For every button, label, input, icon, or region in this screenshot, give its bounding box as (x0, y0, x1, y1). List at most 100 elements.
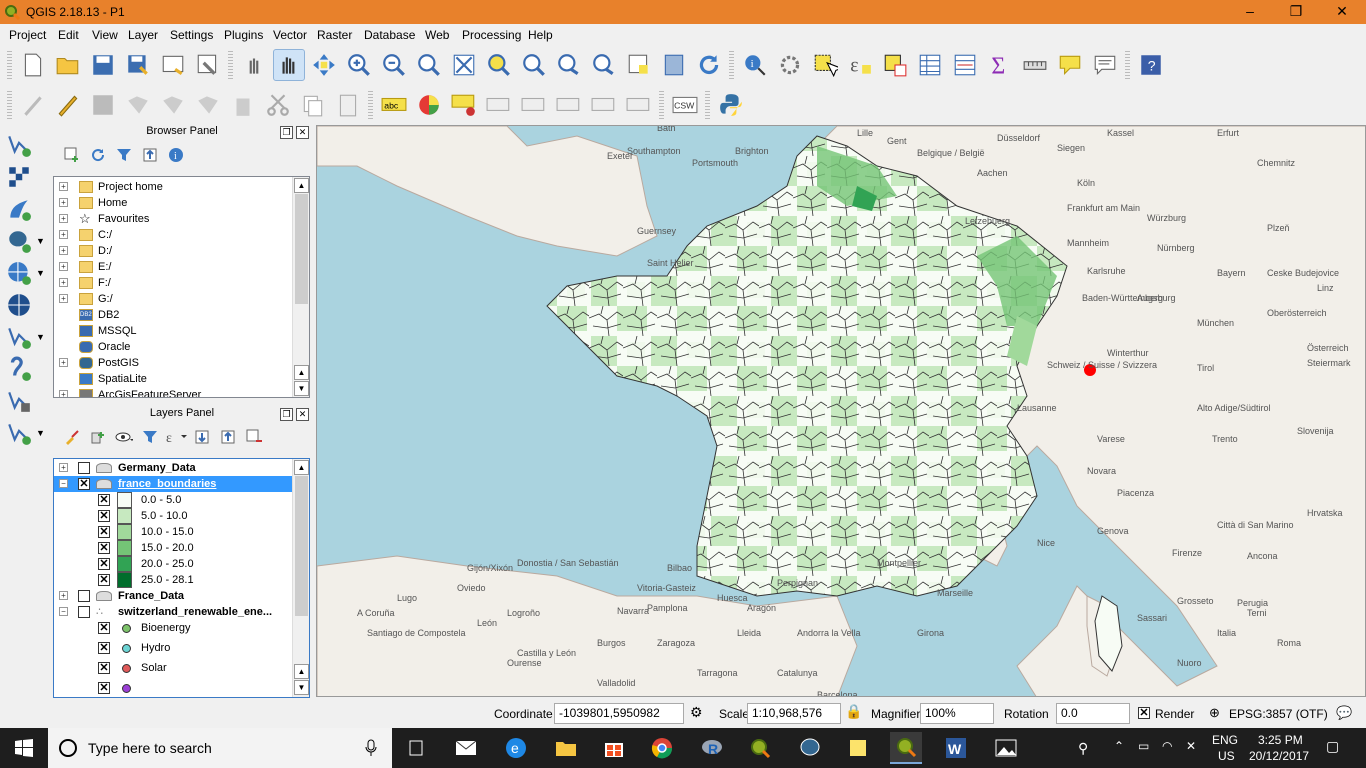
composer-manager-icon[interactable] (192, 49, 224, 81)
text-annotation-icon[interactable] (1089, 49, 1121, 81)
rotate-label-icon[interactable] (588, 89, 620, 121)
toolbar-grip[interactable] (7, 91, 12, 119)
expand-icon[interactable]: + (59, 591, 68, 600)
save-as-icon[interactable] (122, 49, 154, 81)
notifications-icon[interactable]: ▢ (1326, 738, 1339, 755)
move-label-icon[interactable] (553, 89, 585, 121)
battery-icon[interactable]: ▭ (1138, 739, 1149, 753)
statistical-summary-icon[interactable]: Σ (984, 49, 1016, 81)
qgis-desktop-icon[interactable] (744, 732, 776, 764)
layer-row[interactable]: + Germany_Data (54, 460, 294, 476)
cut-features-icon[interactable] (262, 89, 294, 121)
chrome-icon[interactable] (646, 732, 678, 764)
layer-row[interactable]: + France_Data (54, 588, 294, 604)
menu-vector[interactable]: Vector (273, 28, 307, 42)
highlight-pinned-labels-icon[interactable] (448, 89, 480, 121)
clock-date[interactable]: 20/12/2017 (1249, 749, 1309, 763)
scroll-up-icon[interactable]: ▲ (294, 460, 309, 475)
menu-plugins[interactable]: Plugins (224, 28, 263, 42)
node-tool-icon[interactable] (192, 89, 224, 121)
zoom-in-icon[interactable] (343, 49, 375, 81)
legend-class-row[interactable]: ✕ (54, 680, 294, 697)
crs-icon[interactable]: ⊕ (1209, 705, 1220, 721)
toolbar-grip[interactable] (1125, 51, 1130, 79)
browser-item[interactable]: + D:/ (54, 243, 294, 259)
expand-icon[interactable]: + (59, 463, 68, 472)
legend-class-row[interactable]: ✕ Solar (54, 660, 294, 680)
add-wms-layer-icon[interactable]: ▼ (2, 258, 46, 288)
store-icon[interactable] (598, 732, 630, 764)
scroll-down-icon[interactable]: ▼ (294, 680, 309, 695)
save-edits-icon[interactable] (87, 89, 119, 121)
expand-icon[interactable]: + (59, 278, 68, 287)
styling-icon[interactable] (59, 425, 85, 449)
move-feature-icon[interactable] (157, 89, 189, 121)
expand-icon[interactable]: + (59, 182, 68, 191)
scroll-up-icon[interactable]: ▲ (294, 178, 309, 193)
file-explorer-icon[interactable] (550, 732, 582, 764)
add-selected-layers-icon[interactable] (59, 143, 85, 167)
add-raster-layer-icon[interactable] (2, 162, 46, 192)
expand-icon[interactable]: + (59, 390, 68, 397)
manage-visibility-icon[interactable] (111, 425, 137, 449)
browser-item[interactable]: + ☆ Favourites (54, 211, 294, 227)
expand-icon[interactable]: − (59, 479, 68, 488)
browser-item[interactable]: Oracle (54, 339, 294, 355)
close-panel-button[interactable]: ✕ (296, 408, 309, 421)
scroll-down-icon[interactable]: ▼ (294, 381, 309, 396)
menu-help[interactable]: Help (528, 28, 553, 42)
class-visibility-checkbox[interactable]: ✕ (98, 622, 110, 634)
expand-icon[interactable]: + (59, 358, 68, 367)
layer-visibility-checkbox[interactable] (78, 590, 90, 602)
filter-browser-icon[interactable] (111, 143, 137, 167)
deselect-features-icon[interactable] (879, 49, 911, 81)
add-group-icon[interactable] (85, 425, 111, 449)
menu-edit[interactable]: Edit (58, 28, 79, 42)
paste-features-icon[interactable] (332, 89, 364, 121)
minimize-button[interactable]: – (1227, 0, 1273, 24)
microphone-icon[interactable] (364, 739, 378, 757)
legend-class-row[interactable]: ✕ 25.0 - 28.1 (54, 572, 294, 588)
float-panel-button[interactable]: ❐ (280, 126, 293, 139)
layer-row[interactable]: − ✕ france_boundaries (54, 476, 292, 492)
refresh-icon[interactable] (693, 49, 725, 81)
layer-row[interactable]: − ∴ switzerland_renewable_ene... (54, 604, 294, 620)
remove-layer-icon[interactable] (241, 425, 267, 449)
field-calculator-icon[interactable] (949, 49, 981, 81)
zoom-to-selection-icon[interactable] (483, 49, 515, 81)
menu-layer[interactable]: Layer (128, 28, 158, 42)
class-visibility-checkbox[interactable]: ✕ (98, 526, 110, 538)
menu-database[interactable]: Database (364, 28, 415, 42)
pan-map-icon[interactable] (272, 49, 305, 81)
expand-icon[interactable]: + (59, 230, 68, 239)
float-panel-button[interactable]: ❐ (280, 408, 293, 421)
expand-all-icon[interactable] (189, 425, 215, 449)
menu-raster[interactable]: Raster (317, 28, 352, 42)
diagram-icon[interactable] (413, 89, 445, 121)
task-view-icon[interactable] (400, 732, 432, 764)
coordinate-field[interactable]: -1039801,5950982 (554, 703, 684, 724)
new-bookmark-icon[interactable] (658, 49, 690, 81)
class-visibility-checkbox[interactable]: ✕ (98, 662, 110, 674)
map-canvas[interactable]: Bath Southampton Brighton Portsmouth Exeter G… (316, 125, 1366, 697)
class-visibility-checkbox[interactable]: ✕ (98, 642, 110, 654)
csw-icon[interactable]: CSW (669, 89, 701, 121)
open-attribute-table-icon[interactable] (914, 49, 946, 81)
close-panel-button[interactable]: ✕ (296, 126, 309, 139)
photos-icon[interactable] (990, 732, 1022, 764)
identify-features-icon[interactable]: i (739, 49, 771, 81)
map-tips-icon[interactable] (1054, 49, 1086, 81)
scroll-thumb[interactable] (295, 194, 308, 304)
scroll-up-icon[interactable]: ▲ (294, 664, 309, 679)
touch-zoom-pan-icon[interactable] (238, 49, 270, 81)
save-project-icon[interactable] (87, 49, 119, 81)
add-vector-layer-icon[interactable] (2, 130, 46, 160)
r-icon[interactable]: R (696, 732, 728, 764)
taskbar-search[interactable]: Type here to search (48, 728, 392, 768)
windows-start-icon[interactable] (8, 732, 40, 764)
class-visibility-checkbox[interactable]: ✕ (98, 682, 110, 694)
refresh-browser-icon[interactable] (85, 143, 111, 167)
delete-selected-icon[interactable] (227, 89, 259, 121)
class-visibility-checkbox[interactable]: ✕ (98, 574, 110, 586)
menu-view[interactable]: View (92, 28, 118, 42)
